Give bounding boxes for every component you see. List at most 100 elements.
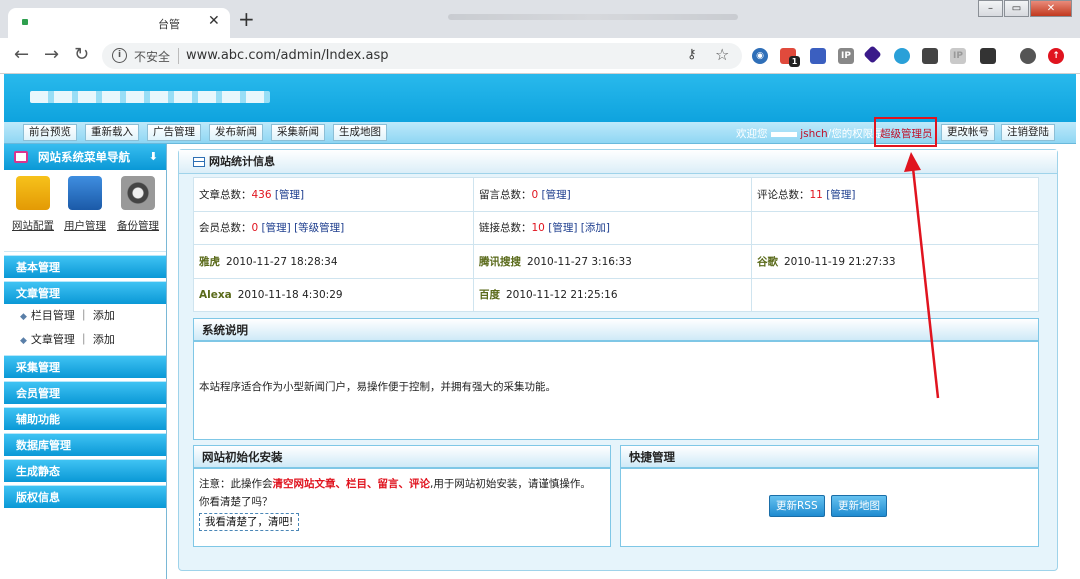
sidebar-section-member[interactable]: 会员管理 bbox=[4, 381, 166, 404]
extension-ip-icon[interactable]: IP bbox=[838, 48, 854, 64]
bird-icon bbox=[16, 176, 50, 210]
sidebar-section-tools[interactable]: 辅助功能 bbox=[4, 407, 166, 430]
quick-user-manage[interactable]: 用户管理 bbox=[60, 176, 110, 233]
admin-header bbox=[4, 74, 1076, 122]
sidebar-section-database[interactable]: 数据库管理 bbox=[4, 433, 166, 456]
extension-ip-disabled-icon[interactable]: IP bbox=[950, 48, 966, 64]
change-account-button[interactable]: 更改帐号 bbox=[941, 124, 995, 141]
menu-preview-button[interactable]: 前台预览 bbox=[23, 124, 77, 141]
system-info-title: 系统说明 bbox=[194, 319, 1038, 342]
message-count: 0 bbox=[531, 188, 539, 201]
reload-icon[interactable]: ↻ bbox=[74, 45, 89, 65]
link-manage-link[interactable]: [管理] bbox=[548, 222, 577, 234]
message-manage-link[interactable]: [管理] bbox=[542, 189, 571, 201]
extension-mask-icon[interactable] bbox=[922, 48, 938, 64]
close-tab-icon[interactable]: ✕ bbox=[208, 13, 220, 29]
sidebar-title: 网站系统菜单导航 bbox=[38, 150, 130, 164]
quick-manage-panel: 快捷管理 更新RSS 更新地图 bbox=[620, 445, 1039, 547]
quick-manage-title: 快捷管理 bbox=[621, 446, 1038, 469]
arrow-down-icon[interactable]: ⬇ bbox=[149, 144, 158, 170]
spider-name: 雅虎 bbox=[199, 255, 220, 268]
insecure-label: 不安全 bbox=[134, 50, 171, 64]
message-count-cell: 留言总数：0 [管理] bbox=[473, 177, 752, 212]
article-add-link[interactable]: 添加 bbox=[93, 333, 115, 346]
back-icon[interactable]: ← bbox=[14, 45, 29, 65]
key-icon[interactable]: ⚷ bbox=[687, 47, 697, 62]
sidebar-section-basic[interactable]: 基本管理 bbox=[4, 255, 166, 278]
quick-user-manage-label[interactable]: 用户管理 bbox=[60, 218, 110, 233]
maximize-icon[interactable]: ▭ bbox=[1004, 0, 1029, 17]
bookmark-star-icon[interactable]: ☆ bbox=[715, 45, 729, 64]
menu-publish-button[interactable]: 发布新闻 bbox=[209, 124, 263, 141]
quick-site-config[interactable]: 网站配置 bbox=[8, 176, 58, 233]
username-blur bbox=[770, 131, 797, 137]
comment-manage-link[interactable]: [管理] bbox=[826, 189, 855, 201]
spider-name: Alexa bbox=[199, 288, 232, 301]
update-sitemap-button[interactable]: 更新地图 bbox=[831, 495, 887, 517]
quick-site-config-label[interactable]: 网站配置 bbox=[8, 218, 58, 233]
link-add-link[interactable]: [添加] bbox=[581, 222, 610, 234]
menu-reload-button[interactable]: 重新载入 bbox=[85, 124, 139, 141]
stats-table: 文章总数：436 [管理] 留言总数：0 [管理] 评论总数：11 [管理] 会… bbox=[193, 177, 1039, 312]
confirm-clear-button[interactable]: 我看清楚了，清吧! bbox=[199, 513, 300, 531]
spider-name: 百度 bbox=[479, 289, 500, 302]
sidebar-header: 网站系统菜单导航 ⬇ bbox=[4, 144, 166, 170]
extension-globe-icon[interactable]: ◉ bbox=[752, 48, 768, 64]
quick-backup-manage[interactable]: 备份管理 bbox=[113, 176, 163, 233]
table-icon bbox=[193, 157, 205, 167]
address-bar[interactable]: i 不安全 www.abc.com/admin/Index.asp ⚷ ☆ bbox=[102, 43, 742, 69]
link-count-cell: 链接总数：10 [管理] [添加] bbox=[473, 210, 752, 245]
empty-cell bbox=[751, 277, 1039, 312]
spider-cell: 雅虎 2010-11-27 18:28:34 bbox=[193, 244, 474, 279]
logout-button[interactable]: 注销登陆 bbox=[1001, 124, 1055, 141]
empty-cell bbox=[751, 210, 1039, 245]
spider-cell: 百度 2010-11-12 21:25:16 bbox=[473, 277, 752, 312]
category-manage-link[interactable]: 栏目管理 bbox=[31, 309, 75, 322]
sidebar-section-article[interactable]: 文章管理 bbox=[4, 281, 166, 304]
article-manage-link[interactable]: [管理] bbox=[275, 189, 304, 201]
message-label: 留言总数： bbox=[479, 188, 532, 201]
member-label: 会员总数： bbox=[199, 222, 252, 235]
spider-name: 谷歌 bbox=[757, 255, 778, 268]
init-note-warning: 清空网站文章、栏目、留言、评论 bbox=[272, 478, 431, 490]
sidebar-section-copyright[interactable]: 版权信息 bbox=[4, 485, 166, 508]
browser-toolbar: ← → ↻ i 不安全 www.abc.com/admin/Index.asp … bbox=[0, 38, 1080, 74]
sidebar-section-collect[interactable]: 采集管理 bbox=[4, 355, 166, 378]
extension-flag-icon[interactable] bbox=[810, 48, 826, 64]
article-manage-link[interactable]: 文章管理 bbox=[31, 333, 75, 346]
menu-ads-button[interactable]: 广告管理 bbox=[147, 124, 201, 141]
update-icon[interactable]: ↑ bbox=[1048, 48, 1064, 64]
extension-count-badge: 1 bbox=[789, 56, 800, 67]
link-count: 10 bbox=[531, 222, 545, 235]
category-add-link[interactable]: 添加 bbox=[93, 309, 115, 322]
article-label: 文章总数： bbox=[199, 188, 252, 201]
site-logo-blurred bbox=[30, 91, 270, 103]
minimize-icon[interactable]: – bbox=[978, 0, 1003, 17]
new-tab-icon[interactable]: + bbox=[238, 9, 255, 29]
forward-icon[interactable]: → bbox=[44, 45, 59, 65]
init-note-prefix: 注意：此操作会 bbox=[199, 478, 273, 490]
level-manage-link[interactable]: [等级管理] bbox=[294, 222, 344, 234]
extension-ball-icon[interactable] bbox=[894, 48, 910, 64]
extension-diamond-icon[interactable] bbox=[863, 45, 882, 64]
sidebar-section-static[interactable]: 生成静态 bbox=[4, 459, 166, 482]
init-install-panel: 网站初始化安装 注意：此操作会清空网站文章、栏目、留言、评论,用于网站初始安装，… bbox=[193, 445, 611, 547]
system-info-text: 本站程序适合作为小型新闻门户，易操作便于控制，并拥有强大的采集功能。 bbox=[199, 381, 556, 393]
extension-glasses-icon[interactable] bbox=[980, 48, 996, 64]
backup-disc-icon bbox=[121, 176, 155, 210]
member-manage-link[interactable]: [管理] bbox=[262, 222, 291, 234]
menu-sitemap-button[interactable]: 生成地图 bbox=[333, 124, 387, 141]
profile-icon[interactable] bbox=[1020, 48, 1036, 64]
update-rss-button[interactable]: 更新RSS bbox=[769, 495, 825, 517]
favicon-icon bbox=[22, 19, 28, 25]
bullet-icon: ◆ bbox=[20, 336, 27, 346]
url-text[interactable]: www.abc.com/admin/Index.asp bbox=[186, 48, 389, 63]
close-window-icon[interactable]: ✕ bbox=[1030, 0, 1072, 17]
init-note-suffix: ,用于网站初始安装，请谨慎操作。 bbox=[430, 478, 591, 490]
browser-tab[interactable]: 台管 ✕ bbox=[8, 8, 230, 38]
info-icon[interactable]: i bbox=[112, 48, 127, 63]
quick-backup-manage-label[interactable]: 备份管理 bbox=[113, 218, 163, 233]
article-count-cell: 文章总数：436 [管理] bbox=[193, 177, 474, 212]
menu-collect-button[interactable]: 采集新闻 bbox=[271, 124, 325, 141]
article-count: 436 bbox=[251, 188, 272, 201]
